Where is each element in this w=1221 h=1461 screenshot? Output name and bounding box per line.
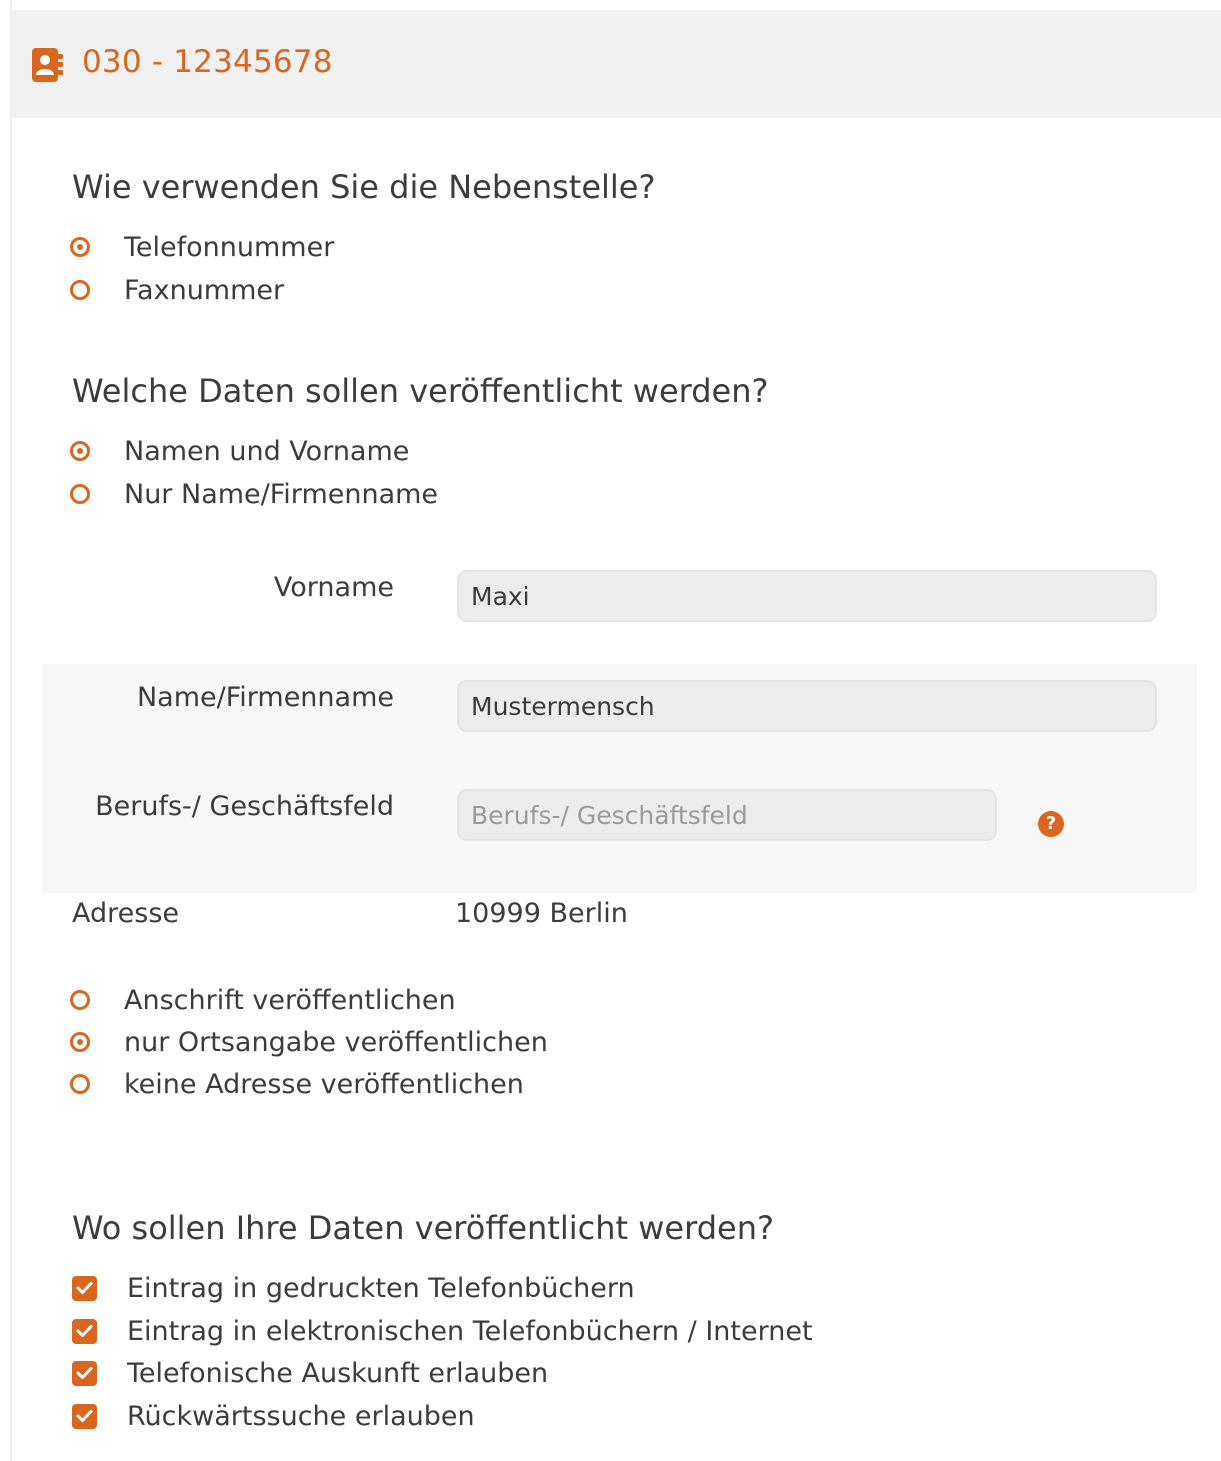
header-bar: 030 - 12345678 [12, 10, 1221, 118]
radio-checked-icon[interactable] [70, 441, 90, 461]
radio-nur-ortsangabe[interactable]: nur Ortsangabe veröffentlichen [70, 1024, 548, 1060]
radio-label: Nur Name/Firmenname [124, 478, 439, 510]
checkbox-checked-icon[interactable] [72, 1360, 97, 1386]
page-left-border [10, 0, 12, 1461]
radio-label: nur Ortsangabe veröffentlichen [124, 1026, 548, 1058]
berufsfeld-input[interactable] [457, 789, 997, 841]
checkbox-label: Telefonische Auskunft erlauben [127, 1357, 549, 1389]
phonebook-icon [32, 48, 64, 82]
question-icon[interactable]: ? [1038, 811, 1064, 837]
radio-namen-und-vorname[interactable]: Namen und Vorname [70, 433, 409, 469]
adresse-label: Adresse [72, 898, 179, 929]
phone-number-title: 030 - 12345678 [82, 44, 333, 80]
radio-unchecked-icon[interactable] [70, 280, 90, 300]
vorname-input[interactable] [457, 570, 1157, 622]
radio-label: Faxnummer [124, 274, 285, 306]
name-firmenname-input[interactable] [457, 680, 1157, 732]
berufsfeld-label: Berufs-/ Geschäftsfeld [95, 791, 394, 822]
checkbox-telefonische-auskunft[interactable]: Telefonische Auskunft erlauben [72, 1355, 548, 1391]
checkbox-label: Rückwärtssuche erlauben [127, 1400, 475, 1432]
radio-label: Namen und Vorname [124, 435, 410, 467]
radio-nur-name[interactable]: Nur Name/Firmenname [70, 476, 438, 512]
checkbox-checked-icon[interactable] [72, 1318, 97, 1344]
radio-keine-adresse[interactable]: keine Adresse veröffentlichen [70, 1066, 524, 1102]
radio-label: keine Adresse veröffentlichen [124, 1068, 524, 1100]
checkbox-label: Eintrag in gedruckten Telefonbüchern [127, 1272, 635, 1304]
vorname-label: Vorname [273, 572, 394, 603]
radio-checked-icon[interactable] [70, 237, 90, 257]
radio-unchecked-icon[interactable] [70, 1074, 90, 1094]
usage-question: Wie verwenden Sie die Nebenstelle? [72, 168, 656, 206]
radio-label: Anschrift veröffentlichen [124, 984, 456, 1016]
checkbox-label: Eintrag in elektronischen Telefonbüchern… [127, 1315, 813, 1347]
radio-telefonnummer[interactable]: Telefonnummer [70, 229, 334, 265]
checkbox-checked-icon[interactable] [72, 1403, 97, 1429]
radio-anschrift-veroeffentlichen[interactable]: Anschrift veröffentlichen [70, 982, 456, 1018]
radio-checked-icon[interactable] [70, 1032, 90, 1052]
checkbox-rueckwaertssuche[interactable]: Rückwärtssuche erlauben [72, 1398, 475, 1434]
checkbox-gedruckte-telefonbuecher[interactable]: Eintrag in gedruckten Telefonbüchern [72, 1270, 635, 1306]
checkbox-elektronische-telefonbuecher[interactable]: Eintrag in elektronischen Telefonbüchern… [72, 1313, 813, 1349]
radio-unchecked-icon[interactable] [70, 484, 90, 504]
radio-unchecked-icon[interactable] [70, 990, 90, 1010]
adresse-value: 10999 Berlin [455, 898, 628, 929]
channels-question: Wo sollen Ihre Daten veröffentlicht werd… [72, 1209, 774, 1247]
radio-faxnummer[interactable]: Faxnummer [70, 272, 284, 308]
radio-label: Telefonnummer [124, 231, 335, 263]
publish-data-question: Welche Daten sollen veröffentlicht werde… [72, 372, 769, 410]
checkbox-checked-icon[interactable] [72, 1275, 97, 1301]
name-firmenname-label: Name/Firmenname [136, 682, 394, 713]
